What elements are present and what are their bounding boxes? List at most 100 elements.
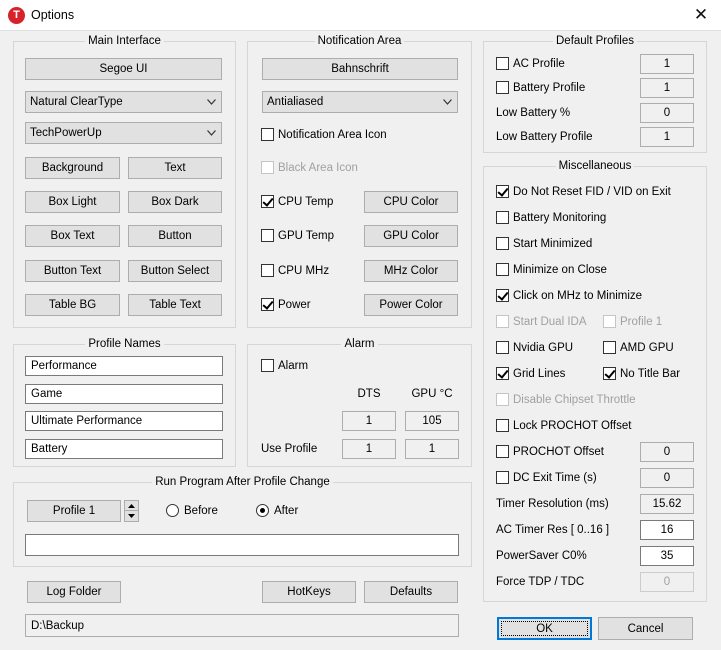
checkbox-label: Notification Area Icon [278,128,387,141]
hotkeys-button[interactable]: HotKeys [262,581,356,603]
low-battery-pct-value[interactable]: 0 [640,103,694,123]
button-text-button[interactable]: Button Text [25,260,120,282]
low-battery-profile-value[interactable]: 1 [640,127,694,147]
disable-chipset-throttle-checkbox[interactable]: Disable Chipset Throttle [496,393,636,406]
force-tdp-input[interactable]: 0 [640,572,694,592]
run-program-command-input[interactable] [25,534,459,556]
cpu-color-button[interactable]: CPU Color [364,191,458,213]
alarm-checkbox[interactable]: Alarm [261,359,308,372]
checkbox-label: Do Not Reset FID / VID on Exit [513,185,671,198]
checkbox-label: Profile 1 [620,315,663,328]
notification-area-icon-checkbox[interactable]: Notification Area Icon [261,128,387,141]
close-icon[interactable]: ✕ [681,0,721,31]
chevron-down-icon [207,99,216,105]
amd-gpu-checkbox[interactable]: AMD GPU [603,341,674,354]
profile-name-input-3[interactable]: Ultimate Performance [25,411,223,431]
notification-area-group: Notification Area [247,35,472,328]
alarm-title: Alarm [341,338,378,350]
cpu-temp-checkbox[interactable]: CPU Temp [261,195,333,208]
profile-name-input-4[interactable]: Battery [25,439,223,459]
prochot-offset-value[interactable]: 0 [640,442,694,462]
checkbox-box [496,237,509,250]
no-title-bar-checkbox[interactable]: No Title Bar [603,367,680,380]
dts-header: DTS [357,388,381,400]
lock-prochot-checkbox[interactable]: Lock PROCHOT Offset [496,419,631,432]
font-smoothing-select[interactable]: Natural ClearType [25,91,222,113]
ac-timer-res-label: AC Timer Res [ 0..16 ] [496,524,610,536]
spin-up-icon[interactable] [125,501,138,511]
chevron-down-icon [443,99,452,105]
nvidia-gpu-checkbox[interactable]: Nvidia GPU [496,341,573,354]
checkbox-box [261,229,274,242]
dc-exit-time-value[interactable]: 0 [640,468,694,488]
log-folder-button[interactable]: Log Folder [27,581,121,603]
ok-button[interactable]: OK [497,617,592,640]
checkbox-label: No Title Bar [620,367,681,380]
before-radio[interactable]: Before [166,504,218,517]
grid-lines-checkbox[interactable]: Grid Lines [496,367,565,380]
spin-down-icon[interactable] [125,511,138,521]
mhz-color-button[interactable]: MHz Color [364,260,458,282]
click-mhz-minimize-checkbox[interactable]: Click on MHz to Minimize [496,289,642,302]
button-select-button[interactable]: Button Select [128,260,222,282]
table-text-button[interactable]: Table Text [128,294,222,316]
checkbox-box [261,195,274,208]
timer-resolution-value[interactable]: 15.62 [640,494,694,514]
ac-timer-res-input[interactable]: 16 [640,520,694,540]
profile-1-checkbox[interactable]: Profile 1 [603,315,662,328]
minimize-on-close-checkbox[interactable]: Minimize on Close [496,263,607,276]
box-dark-button[interactable]: Box Dark [128,191,222,213]
render-mode-select[interactable]: Antialiased [262,91,458,113]
checkbox-label: Minimize on Close [513,263,607,276]
profile-spinner[interactable] [124,500,139,522]
box-text-button[interactable]: Box Text [25,225,120,247]
alarm-dts-value[interactable]: 1 [342,411,396,431]
battery-profile-value[interactable]: 1 [640,78,694,98]
radio-label: After [274,504,299,517]
cpu-mhz-checkbox[interactable]: CPU MHz [261,264,329,277]
checkbox-box [496,81,509,94]
defaults-button[interactable]: Defaults [364,581,458,603]
power-color-button[interactable]: Power Color [364,294,458,316]
cancel-button[interactable]: Cancel [598,617,693,640]
run-profile-button[interactable]: Profile 1 [27,500,121,522]
use-profile-dts-value[interactable]: 1 [342,439,396,459]
checkbox-label: Grid Lines [513,367,566,380]
use-profile-gpu-value[interactable]: 1 [405,439,459,459]
backup-path-field[interactable]: D:\Backup [25,614,459,637]
black-area-icon-checkbox[interactable]: Black Area Icon [261,161,358,174]
battery-profile-checkbox[interactable]: Battery Profile [496,81,585,94]
start-dual-ida-checkbox[interactable]: Start Dual IDA [496,315,587,328]
gpu-temp-checkbox[interactable]: GPU Temp [261,229,334,242]
prochot-offset-checkbox[interactable]: PROCHOT Offset [496,445,604,458]
gpu-color-button[interactable]: GPU Color [364,225,458,247]
main-font-button[interactable]: Segoe UI [25,58,222,80]
alarm-gpu-value[interactable]: 105 [405,411,459,431]
ac-profile-checkbox[interactable]: AC Profile [496,57,565,70]
checkbox-box [496,419,509,432]
window-title: Options [31,8,75,22]
notification-font-button[interactable]: Bahnschrift [262,58,458,80]
start-minimized-checkbox[interactable]: Start Minimized [496,237,592,250]
profile-name-input-1[interactable]: Performance [25,356,223,376]
ac-profile-value[interactable]: 1 [640,54,694,74]
battery-monitoring-checkbox[interactable]: Battery Monitoring [496,211,606,224]
notification-area-title: Notification Area [314,35,405,47]
checkbox-label: Disable Chipset Throttle [513,393,636,406]
theme-select[interactable]: TechPowerUp [25,122,222,144]
table-bg-button[interactable]: Table BG [25,294,120,316]
text-color-button[interactable]: Text [128,157,222,179]
after-radio[interactable]: After [256,504,298,517]
main-interface-title: Main Interface [85,35,164,47]
do-not-reset-checkbox[interactable]: Do Not Reset FID / VID on Exit [496,185,671,198]
checkbox-label: Battery Profile [513,81,586,94]
button-color-button[interactable]: Button [128,225,222,247]
checkbox-label: Lock PROCHOT Offset [513,419,632,432]
dc-exit-time-checkbox[interactable]: DC Exit Time (s) [496,471,597,484]
box-light-button[interactable]: Box Light [25,191,120,213]
power-checkbox[interactable]: Power [261,298,311,311]
profile-name-input-2[interactable]: Game [25,384,223,404]
powersaver-input[interactable]: 35 [640,546,694,566]
checkbox-label: Start Dual IDA [513,315,587,328]
background-color-button[interactable]: Background [25,157,120,179]
